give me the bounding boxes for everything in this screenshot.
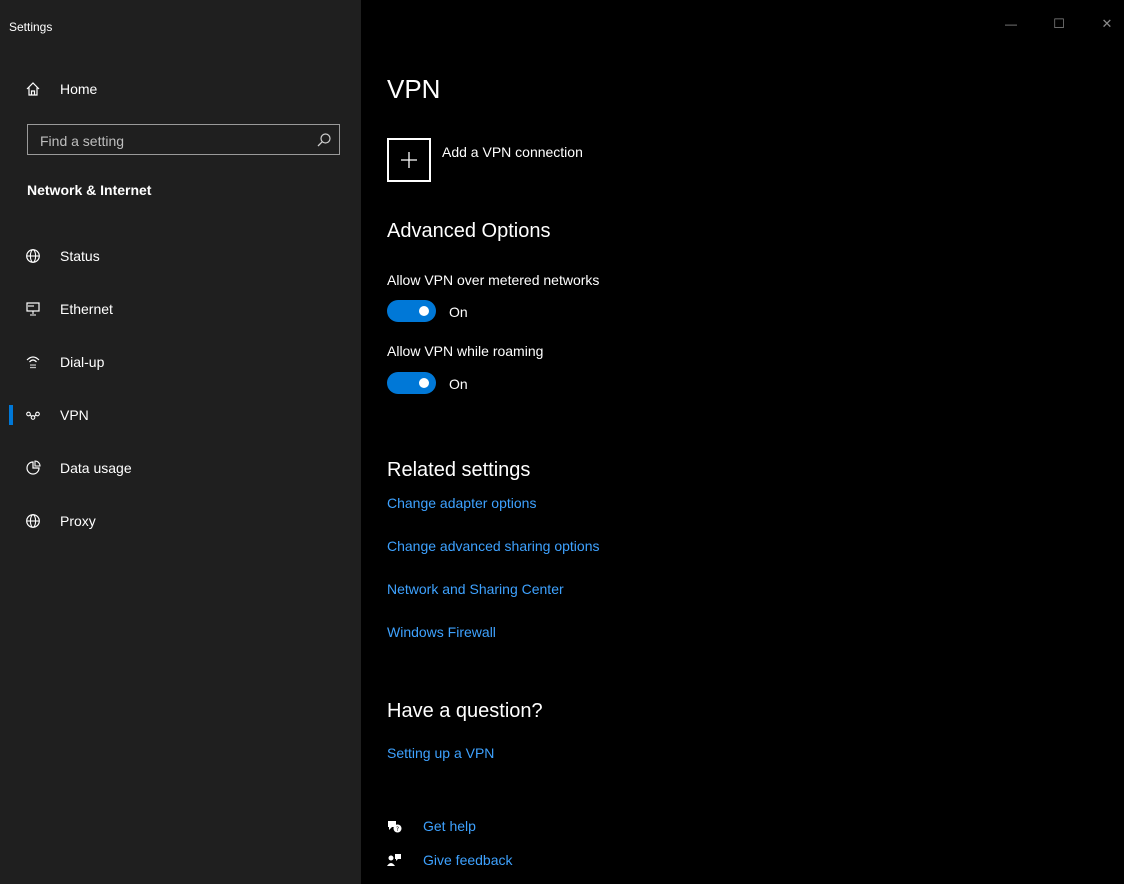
have-a-question-heading: Have a question? [387,700,543,722]
link-change-advanced-sharing[interactable]: Change advanced sharing options [387,538,600,554]
minimize-icon: — [1005,17,1017,31]
roaming-state: On [449,376,468,392]
close-button[interactable]: ✕ [1095,14,1119,34]
svg-text:?: ? [396,826,399,833]
vpn-icon [24,406,42,424]
dialup-icon [24,353,42,371]
section-title: Network & Internet [27,182,152,198]
roaming-label: Allow VPN while roaming [387,343,544,359]
feedback-icon [385,851,403,869]
sidebar-item-dialup[interactable]: Dial-up [0,342,361,382]
toggle-knob [419,306,429,316]
advanced-options-heading: Advanced Options [387,220,551,242]
search-box [27,124,340,156]
give-feedback-label: Give feedback [423,852,513,868]
search-input[interactable] [38,125,312,156]
link-windows-firewall[interactable]: Windows Firewall [387,624,496,640]
minimize-button[interactable]: — [999,14,1023,34]
get-help-label: Get help [423,818,476,834]
get-help-link[interactable]: ? Get help [385,816,476,836]
sidebar-item-ethernet[interactable]: Ethernet [0,289,361,329]
link-setting-up-vpn[interactable]: Setting up a VPN [387,745,494,761]
sidebar-item-home[interactable]: Home [0,69,361,109]
app-title: Settings [9,20,53,34]
related-settings-heading: Related settings [387,459,531,481]
sidebar-item-data-usage[interactable]: Data usage [0,448,361,488]
add-vpn-button[interactable] [387,138,431,182]
data-usage-icon [24,459,42,477]
sidebar-item-vpn[interactable]: VPN [0,395,361,435]
metered-toggle[interactable] [387,300,436,322]
give-feedback-link[interactable]: Give feedback [385,850,513,870]
sidebar-item-label: Data usage [60,460,132,476]
active-indicator [9,405,13,425]
plus-icon [401,152,417,168]
roaming-toggle[interactable] [387,372,436,394]
sidebar-item-label: Home [60,81,98,97]
sidebar-item-label: Proxy [60,513,96,529]
page-title: VPN [387,74,441,104]
sidebar-item-label: VPN [60,407,89,423]
add-vpn-label[interactable]: Add a VPN connection [442,144,583,160]
search-icon[interactable] [315,131,333,149]
maximize-icon: ☐ [1053,16,1065,31]
proxy-globe-icon [24,512,42,530]
globe-status-icon [24,247,42,265]
get-help-icon: ? [385,817,403,835]
sidebar-item-proxy[interactable]: Proxy [0,501,361,541]
link-network-sharing-center[interactable]: Network and Sharing Center [387,581,564,597]
sidebar: Settings Home Network & Internet Status … [0,0,361,884]
metered-label: Allow VPN over metered networks [387,272,600,288]
sidebar-item-label: Ethernet [60,301,113,317]
close-icon: ✕ [1101,16,1113,31]
metered-state: On [449,304,468,320]
sidebar-item-label: Dial-up [60,354,105,370]
main-content: — ☐ ✕ VPN Add a VPN connection Advanced … [361,0,1124,884]
ethernet-icon [24,300,42,318]
toggle-knob [419,378,429,388]
home-icon [24,80,42,98]
sidebar-item-status[interactable]: Status [0,236,361,276]
link-change-adapter-options[interactable]: Change adapter options [387,495,536,511]
sidebar-item-label: Status [60,248,100,264]
maximize-button[interactable]: ☐ [1047,14,1071,34]
